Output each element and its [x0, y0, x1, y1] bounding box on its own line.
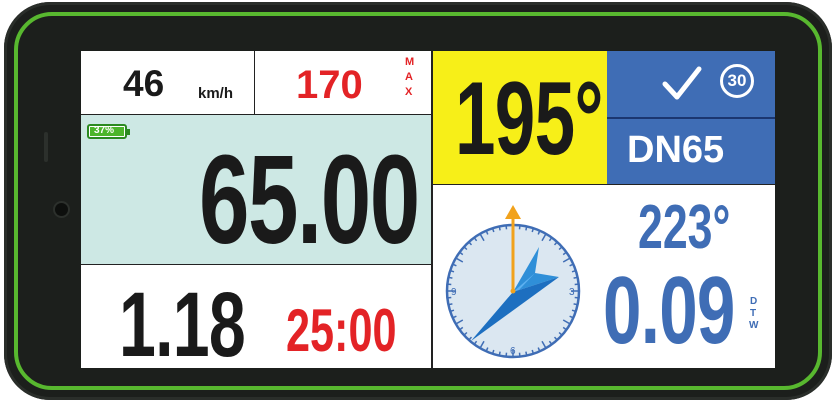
trip-timer-value: 25:00	[286, 297, 397, 364]
dtw-label-w: W	[749, 320, 759, 331]
speed-unit: km/h	[198, 85, 234, 102]
compass-tick-mark	[448, 303, 453, 306]
trip-distance-value: 1.18	[119, 274, 246, 368]
current-speed-panel: 46 km/h	[81, 51, 255, 115]
dashboard-screen: 46 km/h 170 M A X 37% 65.00 1.18 25:00 1…	[81, 51, 775, 368]
battery-tip	[127, 129, 130, 135]
compass-tick-3: 3	[569, 287, 575, 298]
compass-tick-mark	[525, 351, 528, 356]
trip-panel: 1.18 25:00	[81, 265, 431, 368]
compass-dial: 3 6 9	[445, 205, 581, 359]
road-info-divider	[607, 117, 775, 119]
compass-tick-mark	[498, 226, 501, 231]
north-needle-tip-icon	[505, 205, 521, 219]
compass-center	[510, 288, 516, 294]
heading-panel: 195°	[433, 51, 607, 184]
navigation-panel: 3 6 9 223° 0.09 D T W	[433, 185, 775, 368]
odometer-panel: 37% 65.00	[81, 115, 431, 265]
heading-value: 195°	[455, 61, 603, 177]
compass-tick-mark	[525, 226, 528, 231]
compass-tick-mark	[573, 276, 578, 279]
waypoint-bearing-value: 223°	[638, 193, 731, 262]
compass-tick-mark	[448, 276, 453, 279]
max-label-x: X	[405, 86, 413, 98]
check-icon	[662, 66, 702, 100]
side-button	[44, 132, 48, 162]
speed-limit-sign: 30	[720, 64, 754, 98]
compass-tick-mark	[498, 351, 501, 356]
compass-tick-9: 9	[451, 287, 457, 298]
camera-lens	[55, 203, 68, 216]
distance-to-waypoint-value: 0.09	[603, 257, 735, 364]
max-label-a: A	[405, 71, 413, 83]
dtw-label-d: D	[750, 296, 758, 307]
max-speed-panel: 170 M A X	[255, 51, 431, 115]
current-speed-value: 46	[123, 63, 165, 104]
road-name: DN65	[627, 129, 725, 171]
odometer-value: 65.00	[199, 129, 420, 270]
speed-limit-value: 30	[727, 71, 747, 90]
max-label-m: M	[405, 56, 415, 68]
road-info-panel: 30 DN65	[607, 51, 775, 184]
dtw-label-t: T	[750, 308, 757, 319]
compass-tick-6: 6	[510, 346, 516, 357]
max-speed-value: 170	[296, 63, 363, 107]
battery-indicator: 37%	[87, 124, 130, 139]
battery-level: 37%	[94, 125, 115, 136]
compass-tick-mark	[573, 303, 578, 306]
